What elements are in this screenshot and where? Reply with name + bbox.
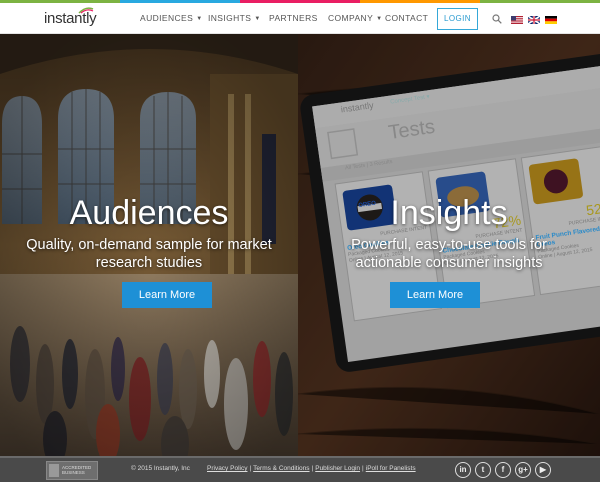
audiences-subtitle: Quality, on-demand sample for market res… [26,237,272,271]
tablet-menu: Concept Test ▾ [389,94,430,106]
tablet-heading: Tests [387,115,437,145]
linkedin-icon[interactable]: in [455,462,471,478]
hero-insights-panel: instantly Concept Test ▾ Tests All Tests… [298,34,600,456]
flag-uk-icon[interactable] [528,16,540,24]
nav-partners-label: PARTNERS [269,13,318,23]
search-icon[interactable] [492,14,502,24]
insights-learn-more-button[interactable]: Learn More [390,282,480,308]
logo-swoosh-icon [78,7,94,14]
googleplus-icon[interactable]: g+ [515,462,531,478]
nav-insights[interactable]: INSIGHTS ▼ [208,13,261,23]
ipoll-panelists-link[interactable]: iPoll for Panelists [366,465,416,472]
insights-subtitle: Powerful, easy-to-use tools for actionab… [351,237,547,271]
insights-title: Insights [390,194,508,232]
chevron-down-icon: ▼ [254,16,261,22]
nav-audiences-label: AUDIENCES [140,13,194,23]
link-separator: | [249,465,252,472]
publisher-login-link[interactable]: Publisher Login [315,465,360,472]
tablet-logo: instantly [340,100,375,115]
copyright-text: © 2015 Instantly, Inc [131,465,190,472]
flag-us-icon[interactable] [511,16,523,24]
youtube-icon[interactable]: ▶ [535,462,551,478]
footer-links: Privacy Policy | Terms & Conditions | Publis… [207,465,416,472]
link-separator: | [362,465,364,472]
site-header: instantly AUDIENCES ▼ INSIGHTS ▼ PARTNERS … [0,3,600,34]
chevron-down-icon: ▼ [376,16,383,22]
login-button[interactable]: LOGIN [437,8,478,30]
bbb-text: ACCREDITED BUSINESS [62,465,91,475]
nav-company[interactable]: COMPANY ▼ [328,13,383,23]
nav-partners[interactable]: PARTNERS [269,13,318,23]
chevron-down-icon: ▼ [196,16,203,22]
nav-insights-label: INSIGHTS [208,13,252,23]
privacy-policy-link[interactable]: Privacy Policy [207,465,247,472]
terms-link[interactable]: Terms & Conditions [253,465,309,472]
hero-audiences-panel: Audiences Quality, on-demand sample for … [0,34,298,456]
flag-de-icon[interactable] [545,16,557,24]
nav-company-label: COMPANY [328,13,374,23]
site-footer: ACCREDITED BUSINESS © 2015 Instantly, In… [0,456,600,482]
tablet-results: All Tests | 3 Results [344,158,393,172]
audiences-title: Audiences [69,194,229,232]
bbb-accredited-badge[interactable]: ACCREDITED BUSINESS [46,461,98,480]
nav-contact-label: CONTACT [385,13,429,23]
nav-audiences[interactable]: AUDIENCES ▼ [140,13,203,23]
audiences-learn-more-button[interactable]: Learn More [122,282,212,308]
twitter-icon[interactable]: t [475,462,491,478]
link-separator: | [311,465,314,472]
bbb-line: BUSINESS [62,470,85,475]
nav-contact[interactable]: CONTACT [385,13,428,23]
bbb-seal-icon [49,464,59,477]
facebook-icon[interactable]: f [495,462,511,478]
